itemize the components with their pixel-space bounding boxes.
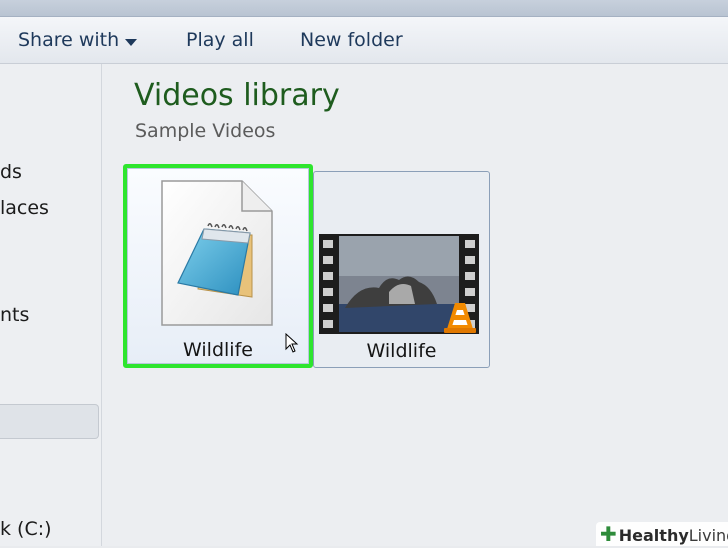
watermark-brand-light: Living [688,526,728,545]
file-view: Videos library Sample Videos Wildlife Wi… [102,64,728,546]
nav-item-local-disk[interactable]: k (C:) [0,518,52,540]
navigation-pane: ds laces nts k (C:) [0,64,102,546]
window-title-bar [0,0,728,17]
watermark: ✚HealthyLiving [596,522,728,546]
play-all-button[interactable]: Play all [186,28,254,52]
nav-item-selected[interactable] [0,404,99,439]
plus-logo-icon: ✚ [600,522,617,546]
file-name: Wildlife [366,340,437,362]
watermark-brand-bold: Healthy [618,526,689,545]
library-subtitle: Sample Videos [135,120,276,142]
vlc-cone-icon [442,299,478,339]
mouse-cursor-icon [285,332,299,357]
file-tile-wildlife-video[interactable]: Wildlife [313,171,490,368]
library-title: Videos library [134,78,340,113]
share-with-label: Share with [18,29,120,51]
nav-item-documents[interactable]: nts [0,304,29,326]
nav-item-downloads[interactable]: ds [0,161,22,183]
file-name: Wildlife [183,339,253,361]
nav-item-recent-places[interactable]: laces [0,197,49,219]
new-folder-button[interactable]: New folder [300,28,403,52]
command-bar: Share with Play all New folder [0,17,728,64]
share-with-button[interactable]: Share with [18,28,138,53]
chevron-down-icon [125,29,138,53]
notepad-document-icon [160,179,276,331]
